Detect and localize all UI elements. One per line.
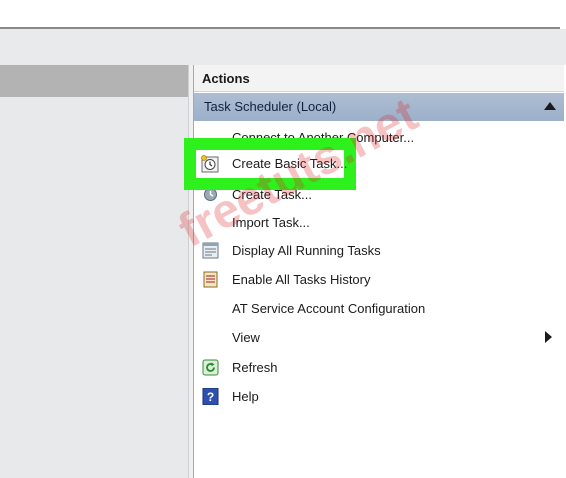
- toolbar: [0, 29, 566, 65]
- action-label: Help: [232, 389, 259, 404]
- left-pane: [0, 97, 188, 478]
- help-icon: ?: [202, 387, 219, 406]
- tasks-history-icon: [202, 271, 219, 288]
- action-label: Enable All Tasks History: [232, 272, 371, 287]
- action-display-running-tasks[interactable]: Display All Running Tasks: [194, 237, 564, 263]
- running-tasks-icon: [202, 242, 219, 259]
- section-title: Task Scheduler (Local): [204, 99, 337, 114]
- left-pane-header: [0, 65, 188, 97]
- action-label: Create Basic Task...: [232, 156, 348, 171]
- actions-pane: Actions Task Scheduler (Local) Connect t…: [194, 65, 566, 478]
- submenu-arrow-icon: [545, 331, 552, 343]
- action-label: Import Task...: [232, 215, 310, 230]
- action-create-basic-task[interactable]: Create Basic Task...: [196, 150, 348, 178]
- svg-text:?: ?: [207, 390, 214, 404]
- collapse-arrow-icon[interactable]: [544, 102, 556, 110]
- action-label: AT Service Account Configuration: [232, 301, 426, 316]
- task-clock-icon: [200, 154, 220, 174]
- action-refresh[interactable]: Refresh: [194, 354, 564, 380]
- highlight-box: Create Basic Task...: [184, 138, 356, 190]
- section-header-task-scheduler[interactable]: Task Scheduler (Local): [194, 93, 564, 121]
- actions-header: Actions: [194, 65, 564, 92]
- action-view[interactable]: View: [194, 324, 564, 350]
- action-help[interactable]: ? Help: [194, 383, 564, 409]
- action-import-task[interactable]: Import Task...: [194, 209, 564, 235]
- window-top-bar: [0, 0, 560, 29]
- action-at-service-config[interactable]: AT Service Account Configuration: [194, 295, 564, 321]
- actions-title: Actions: [202, 71, 250, 86]
- refresh-icon: [202, 359, 219, 376]
- action-enable-tasks-history[interactable]: Enable All Tasks History: [194, 266, 564, 292]
- action-label: Refresh: [232, 360, 278, 375]
- action-label: Display All Running Tasks: [232, 243, 381, 258]
- action-label: View: [232, 330, 260, 345]
